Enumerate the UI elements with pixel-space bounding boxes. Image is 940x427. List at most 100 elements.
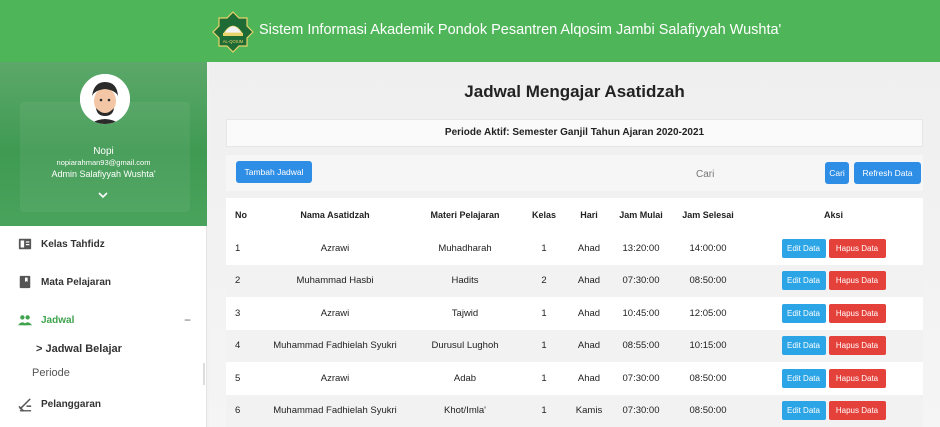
delete-data-button[interactable]: Hapus Data [828, 303, 886, 323]
col-header-hari: Hari [580, 210, 598, 220]
cell-aksi: Edit Data Hapus Data [744, 329, 923, 362]
cell-nama: Muhammad Hasbi [260, 264, 410, 297]
cell-materi: Tajwid [451, 307, 479, 319]
cell-aksi: Edit Data Hapus Data [744, 394, 923, 427]
col-header-aksi: Aksi [823, 210, 843, 220]
table-header-row: No Nama Asatidzah Materi Pelajaran Kelas… [226, 198, 923, 232]
top-header: AL-QOSIM Sistem Informasi Akademik Pondo… [0, 0, 940, 62]
profile-email: nopiarahman93@gmail.com [56, 158, 151, 167]
cell-aksi: Edit Data Hapus Data [744, 297, 923, 330]
cell-kelas: 1 [520, 329, 568, 362]
bookmark-icon [17, 274, 33, 290]
schedule-table: No Nama Asatidzah Materi Pelajaran Kelas… [226, 198, 923, 427]
cell-materi: Adab [453, 372, 477, 384]
cell-materi: Hadits [410, 264, 520, 297]
delete-data-button[interactable]: Hapus Data [828, 238, 886, 258]
sidebar-subitem-jadwal-belajar[interactable]: > Jadwal Belajar [36, 343, 122, 355]
table-row: 1 Azrawi Muhadharah 1 Ahad 13:20:00 14:00:00 Ed… [226, 232, 923, 265]
book-icon [17, 236, 33, 252]
cell-materi: Muhadharah [438, 242, 492, 254]
cell-aksi: Edit Data Hapus Data [744, 264, 923, 297]
cell-kelas: 2 [520, 264, 568, 297]
schedule-table-container: No Nama Asatidzah Materi Pelajaran Kelas… [226, 198, 923, 427]
cell-no: 3 [235, 307, 241, 319]
sidebar-subitem-periode[interactable]: Periode [32, 367, 70, 379]
cell-kelas: 1 [541, 372, 547, 384]
col-header-no: No [235, 210, 247, 220]
chevron-down-icon[interactable] [96, 190, 110, 200]
cell-nama: Azrawi [320, 242, 350, 254]
cell-jam-selesai: 08:50:00 [672, 394, 744, 427]
edit-data-button[interactable]: Edit Data [781, 303, 826, 323]
sidebar-item-label: Kelas Tahfidz [41, 238, 105, 250]
cell-jam-selesai: 14:00:00 [689, 242, 727, 254]
add-schedule-button[interactable]: Tambah Jadwal [236, 161, 312, 183]
table-row: 6 Muhammad Fadhielah Syukri Khot/Imla' 1 Kam… [226, 394, 923, 427]
edit-data-button[interactable]: Edit Data [781, 368, 826, 388]
cell-hari: Ahad [577, 242, 601, 254]
cell-hari: Ahad [577, 307, 601, 319]
cell-no: 6 [226, 394, 260, 427]
cell-nama: Muhammad Fadhielah Syukri [260, 394, 410, 427]
cell-hari: Kamis [568, 394, 610, 427]
cell-kelas: 1 [520, 394, 568, 427]
scale-icon [17, 396, 33, 412]
main-content: Jadwal Mengajar Asatidzah Periode Aktif:… [209, 62, 940, 427]
cell-no: 4 [226, 329, 260, 362]
user-avatar-icon [80, 74, 130, 124]
cell-jam-selesai: 08:50:00 [672, 264, 744, 297]
cell-jam-mulai: 07:30:00 [610, 264, 672, 297]
cell-hari: Ahad [568, 264, 610, 297]
cell-jam-mulai: 13:20:00 [622, 242, 660, 254]
cell-aksi: Edit Data Hapus Data [744, 362, 923, 395]
delete-data-button[interactable]: Hapus Data [828, 336, 886, 356]
table-row: 2 Muhammad Hasbi Hadits 2 Ahad 07:30:00 08:50:… [226, 264, 923, 297]
sidebar-scrollbar[interactable] [203, 363, 205, 385]
col-header-kelas: Kelas [531, 210, 557, 220]
col-header-materi: Materi Pelajaran [430, 210, 500, 220]
table-row: 4 Muhammad Fadhielah Syukri Durusul Lughoh… [226, 329, 923, 362]
sidebar: Nopi nopiarahman93@gmail.com Admin Salaf… [0, 62, 207, 427]
cell-no: 1 [235, 242, 241, 254]
cell-jam-mulai: 08:55:00 [610, 329, 672, 362]
col-header-jam-mulai: Jam Mulai [619, 210, 663, 220]
users-icon [17, 312, 33, 328]
delete-data-button[interactable]: Hapus Data [828, 368, 886, 388]
sidebar-item-kelas-tahfidz[interactable]: Kelas Tahfidz [0, 236, 207, 252]
delete-data-button[interactable]: Hapus Data [828, 401, 886, 421]
cell-kelas: 1 [541, 242, 547, 254]
sidebar-item-pelanggaran[interactable]: Pelanggaran [0, 396, 207, 412]
search-input[interactable] [696, 164, 826, 184]
cell-nama: Azrawi [320, 307, 350, 319]
sidebar-item-label: Mata Pelajaran [41, 276, 112, 288]
profile-role: Admin Salafiyyah Wushta' [51, 169, 156, 179]
cell-no: 2 [226, 264, 260, 297]
edit-data-button[interactable]: Edit Data [781, 401, 826, 421]
refresh-data-button[interactable]: Refresh Data [854, 162, 921, 184]
edit-data-button[interactable]: Edit Data [781, 271, 826, 291]
search-button[interactable]: Cari [825, 162, 849, 184]
cell-materi: Durusul Lughoh [410, 329, 520, 362]
col-header-nama: Nama Asatidzah [300, 210, 370, 220]
sidebar-item-label: Pelanggaran [41, 398, 102, 410]
sidebar-item-jadwal[interactable]: Jadwal − [0, 312, 207, 328]
col-header-jam-selesai: Jam Selesai [682, 210, 734, 220]
table-toolbar: Tambah Jadwal Cari Refresh Data [226, 155, 923, 191]
page-title: Jadwal Mengajar Asatidzah [464, 82, 685, 101]
edit-data-button[interactable]: Edit Data [781, 238, 826, 258]
cell-hari: Ahad [577, 372, 601, 384]
cell-materi: Khot/Imla' [410, 394, 520, 427]
delete-data-button[interactable]: Hapus Data [828, 271, 886, 291]
cell-nama: Azrawi [320, 372, 350, 384]
cell-jam-selesai: 08:50:00 [689, 372, 727, 384]
sidebar-item-mata-pelajaran[interactable]: Mata Pelajaran [0, 274, 207, 290]
cell-nama: Muhammad Fadhielah Syukri [260, 329, 410, 362]
table-body: 1 Azrawi Muhadharah 1 Ahad 13:20:00 14:00:00 Ed… [226, 232, 923, 427]
avatar[interactable] [80, 74, 130, 124]
edit-data-button[interactable]: Edit Data [781, 336, 826, 356]
cell-jam-mulai: 10:45:00 [622, 307, 660, 319]
app-title: Sistem Informasi Akademik Pondok Pesantr… [259, 22, 782, 38]
mosque-dome-logo-icon: AL-QOSIM [212, 11, 254, 53]
collapse-icon[interactable]: − [184, 313, 191, 327]
table-row: 5 Azrawi Adab 1 Ahad 07:30:00 08:50:00 Edit Dat… [226, 362, 923, 395]
